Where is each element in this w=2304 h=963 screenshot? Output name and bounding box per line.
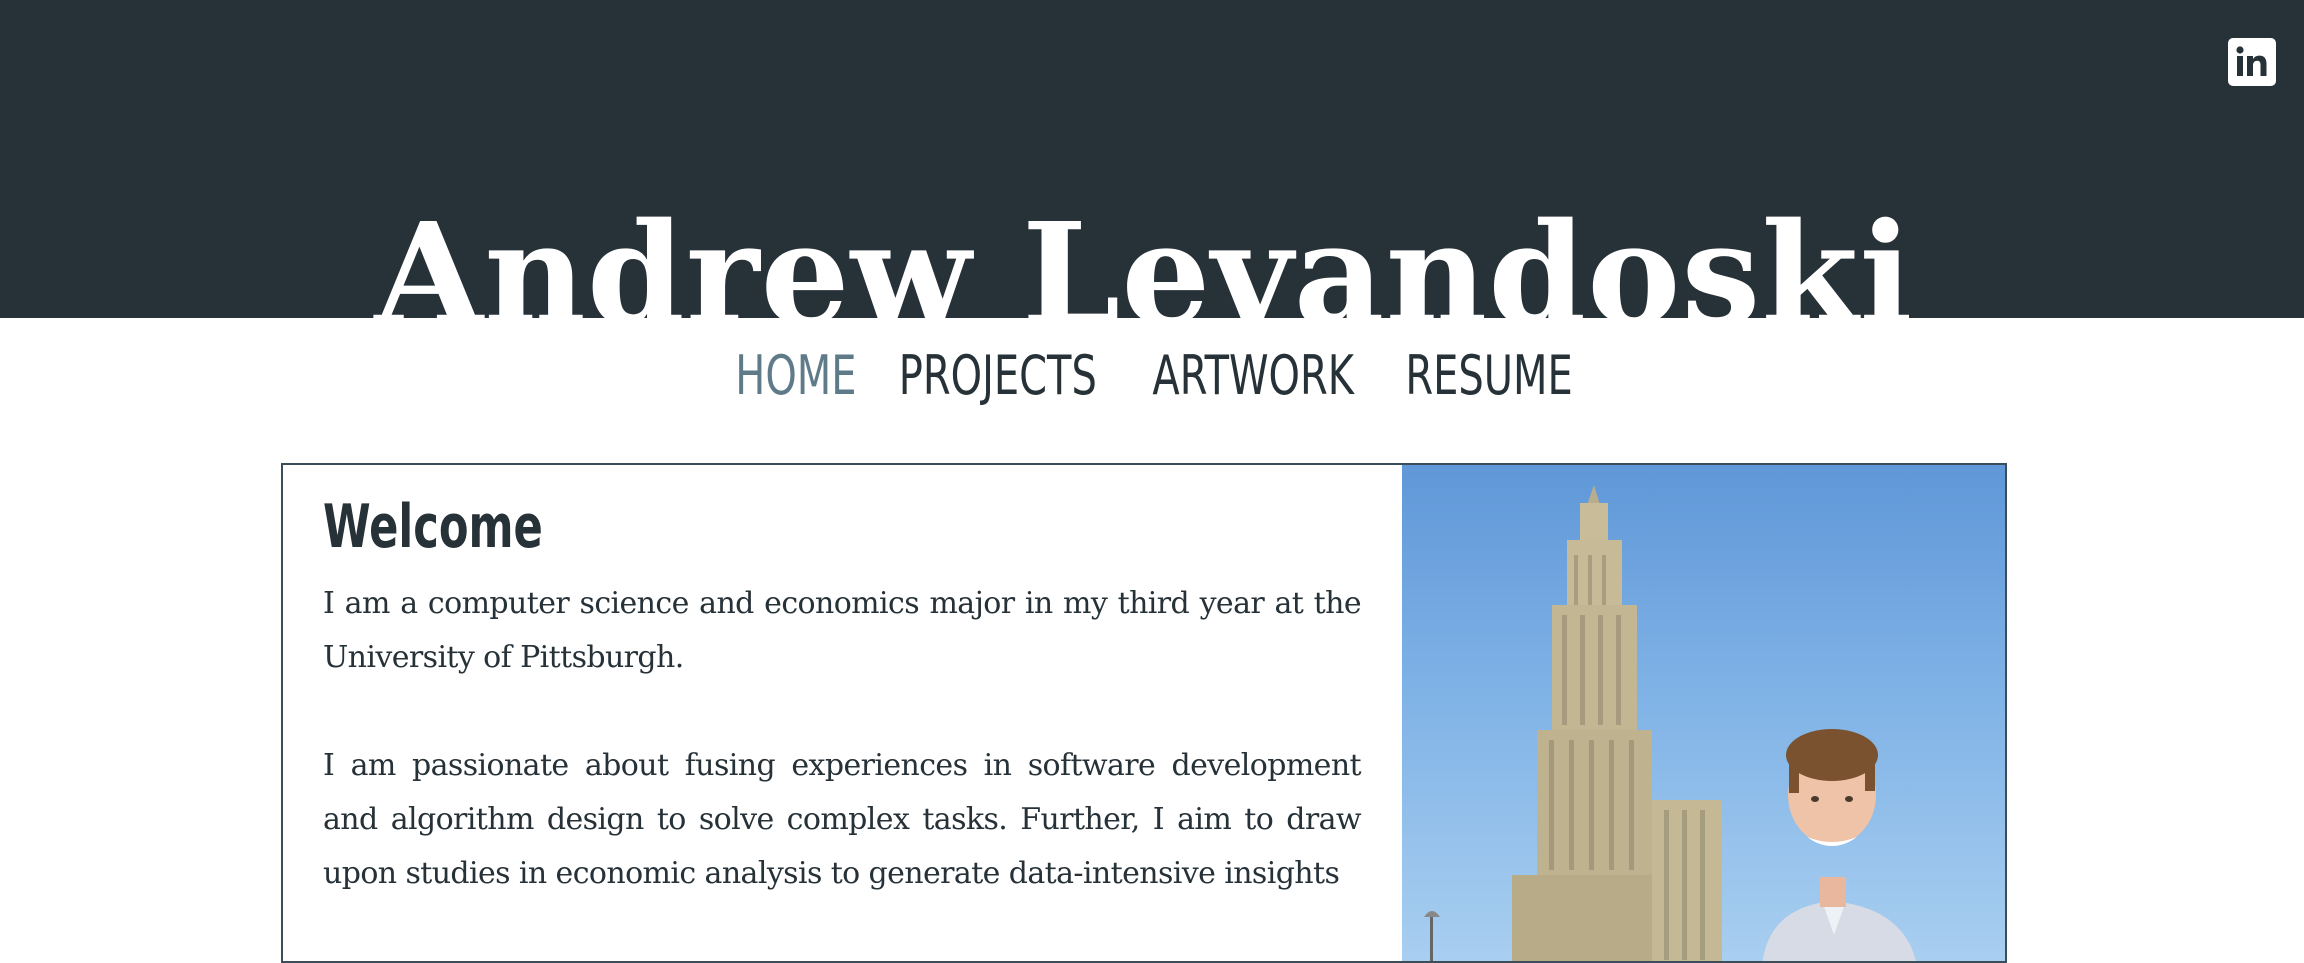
welcome-text: Welcome I am a computer science and econ… [323, 465, 1362, 901]
nav-resume[interactable]: RESUME [1405, 336, 1572, 416]
main-nav: HOME PROJECTS ARTWORK RESUME [0, 336, 2304, 416]
person [1762, 729, 1916, 961]
welcome-heading: Welcome [323, 492, 543, 562]
welcome-panel: Welcome I am a computer science and econ… [281, 463, 2007, 963]
passion-paragraph: I am passionate about fusing experiences… [323, 748, 1362, 891]
site-title: Andrew Levandoski [374, 193, 1914, 318]
site-header: Andrew Levandoski [0, 0, 2304, 318]
profile-photo [1402, 465, 2005, 961]
cathedral-tower [1512, 485, 1722, 961]
cathedral-photo-illustration [1424, 485, 1916, 961]
street-lamp [1424, 911, 1440, 961]
intro-paragraph: I am a computer science and economics ma… [323, 586, 1362, 675]
nav-home[interactable]: HOME [735, 336, 856, 416]
nav-artwork[interactable]: ARTWORK [1153, 336, 1355, 416]
linkedin-icon[interactable] [2228, 38, 2276, 86]
nav-projects[interactable]: PROJECTS [899, 336, 1097, 416]
